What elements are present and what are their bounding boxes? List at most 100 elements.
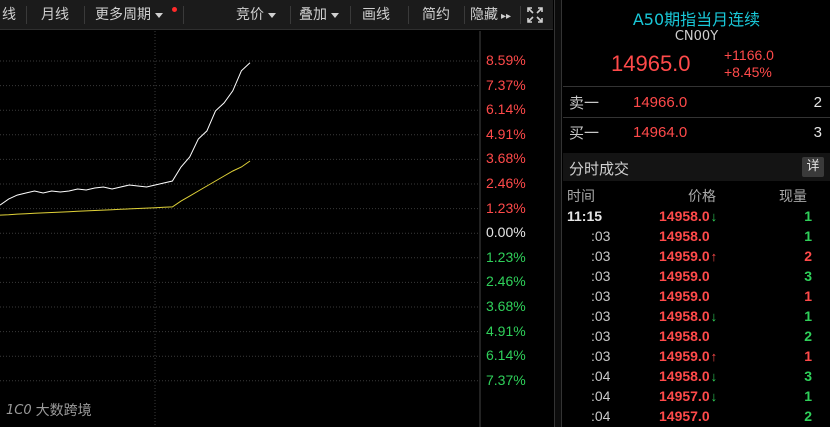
hide-label: 隐藏: [470, 7, 498, 23]
tick-row: :04 14958.0↓ 3: [563, 366, 830, 386]
hide-button[interactable]: 隐藏 ▸▸: [470, 0, 511, 30]
auction-dropdown[interactable]: 竞价: [236, 0, 276, 30]
y-tick-label: 7.37%: [486, 76, 526, 93]
tick-volume: 1: [804, 208, 812, 224]
more-periods-label: 更多周期: [95, 7, 151, 23]
ask-row: 卖一 14966.0 2: [563, 89, 830, 117]
col-time: 时间: [567, 189, 595, 205]
tick-volume: 1: [804, 308, 812, 324]
tick-row: :04 14957.0 2: [563, 406, 830, 426]
tick-row: :04 14957.0↓ 1: [563, 386, 830, 406]
tick-price: 14957.0↓: [659, 386, 717, 407]
tick-row: :03 14959.0↑ 1: [563, 346, 830, 366]
toolbar-divider: [183, 6, 184, 24]
tick-price-value: 14958.0: [659, 228, 710, 244]
arrow-down-icon: ↓: [710, 209, 718, 224]
panel-resize-handle[interactable]: [554, 0, 562, 427]
simple-mode-label: 简约: [422, 7, 450, 23]
y-tick-label: 3.68%: [486, 150, 526, 167]
caret-down-icon: [155, 12, 163, 18]
caret-down-icon: [268, 12, 276, 18]
tick-time: :03: [591, 228, 611, 244]
y-tick-label: 7.37%: [486, 371, 526, 388]
intraday-chart[interactable]: 8.59% 7.37% 6.14% 4.91% 3.68% 2.46% 1.23% 0.00%…: [0, 31, 553, 427]
tick-row: :03 14959.0 3: [563, 266, 830, 286]
tick-price: 14959.0↑: [659, 246, 717, 267]
tick-row: :03 14958.0↓ 1: [563, 306, 830, 326]
tick-volume: 1: [804, 388, 812, 404]
change-absolute: +1166.0: [724, 47, 774, 63]
tab-monthly-label: 月线: [41, 7, 69, 23]
tick-price-value: 14959.0: [659, 268, 710, 284]
tick-price-value: 14957.0: [659, 408, 710, 424]
tick-time: :04: [591, 408, 611, 424]
price-change: +1166.0 +8.45%: [724, 47, 774, 81]
ticks-title: 分时成交: [569, 160, 630, 178]
ask-volume: 2: [813, 94, 822, 111]
tick-time: 11:15: [567, 208, 603, 224]
tick-time: :04: [591, 368, 611, 384]
y-tick-label: 4.91%: [486, 322, 526, 339]
last-price: 14965.0: [611, 51, 691, 76]
tick-price: 14958.0↓: [659, 306, 717, 327]
toolbar-divider: [464, 6, 465, 24]
tick-price-value: 14958.0: [659, 308, 710, 324]
y-tick-label: 3.68%: [486, 298, 526, 314]
tick-price: 14959.0: [659, 266, 710, 286]
tick-price: 14958.0↓: [659, 206, 717, 227]
tab-line-label: 线: [2, 7, 16, 23]
tick-volume: 1: [804, 348, 812, 364]
toolbar-divider: [520, 6, 521, 24]
average-line: [0, 160, 251, 216]
tick-time: :03: [591, 248, 611, 264]
tick-price: 14958.0: [659, 326, 710, 346]
y-tick-label: 2.46%: [486, 273, 526, 290]
double-arrow-right-icon: ▸▸: [501, 11, 512, 22]
y-tick-label: 6.14%: [486, 347, 526, 364]
tick-price-value: 14958.0: [659, 328, 710, 344]
toolbar-divider: [26, 6, 27, 24]
tick-volume: 3: [804, 368, 812, 384]
tick-price-value: 14959.0: [659, 248, 710, 264]
price-line: [0, 62, 251, 206]
watermark: 1C0 大数跨境: [6, 400, 92, 420]
bid-row: 买一 14964.0 3: [563, 119, 830, 147]
tick-volume: 2: [804, 328, 812, 344]
tick-volume: 2: [804, 408, 812, 424]
tab-monthly[interactable]: 月线: [41, 0, 69, 30]
y-tick-label: 1.23%: [486, 248, 526, 265]
tick-time: :04: [591, 388, 611, 404]
watermark-logo: 1C0: [6, 402, 32, 418]
y-tick-label: 4.91%: [486, 125, 526, 142]
tick-price: 14957.0: [659, 406, 710, 426]
more-periods-dropdown[interactable]: 更多周期: [95, 0, 163, 30]
bid-volume: 3: [813, 124, 822, 141]
simple-mode-button[interactable]: 简约: [422, 0, 450, 30]
overlay-dropdown[interactable]: 叠加: [299, 0, 339, 30]
detail-button[interactable]: 详: [802, 157, 824, 177]
y-tick-label: 0.00%: [486, 224, 526, 241]
arrow-down-icon: ↓: [710, 309, 718, 324]
tick-price: 14959.0↑: [659, 346, 717, 367]
tick-price-value: 14957.0: [659, 388, 710, 404]
auction-label: 竞价: [236, 7, 264, 23]
tick-time: :03: [591, 268, 611, 284]
tick-volume: 1: [804, 288, 812, 304]
draw-line-button[interactable]: 画线: [362, 0, 390, 30]
chart-toolbar: 线 月线 更多周期 竞价 叠加 画线 简约 隐藏 ▸▸: [0, 0, 553, 30]
overlay-label: 叠加: [299, 7, 327, 23]
ask-price: 14966.0: [633, 94, 688, 111]
ask-label: 卖一: [569, 94, 600, 112]
tick-price: 14958.0↓: [659, 366, 717, 387]
tick-row: 11:15 14958.0↓ 1: [563, 206, 830, 226]
tick-price: 14959.0: [659, 286, 710, 306]
y-tick-label: 8.59%: [486, 52, 526, 68]
tick-time: :03: [591, 328, 611, 344]
instrument-title: A50期指当月连续: [632, 10, 761, 29]
bid-label: 买一: [569, 124, 600, 142]
tab-line[interactable]: 线: [2, 0, 16, 30]
toolbar-divider: [84, 6, 85, 24]
tick-price-value: 14959.0: [659, 288, 710, 304]
toolbar-divider: [350, 6, 351, 24]
fullscreen-expand-icon[interactable]: [526, 6, 544, 24]
